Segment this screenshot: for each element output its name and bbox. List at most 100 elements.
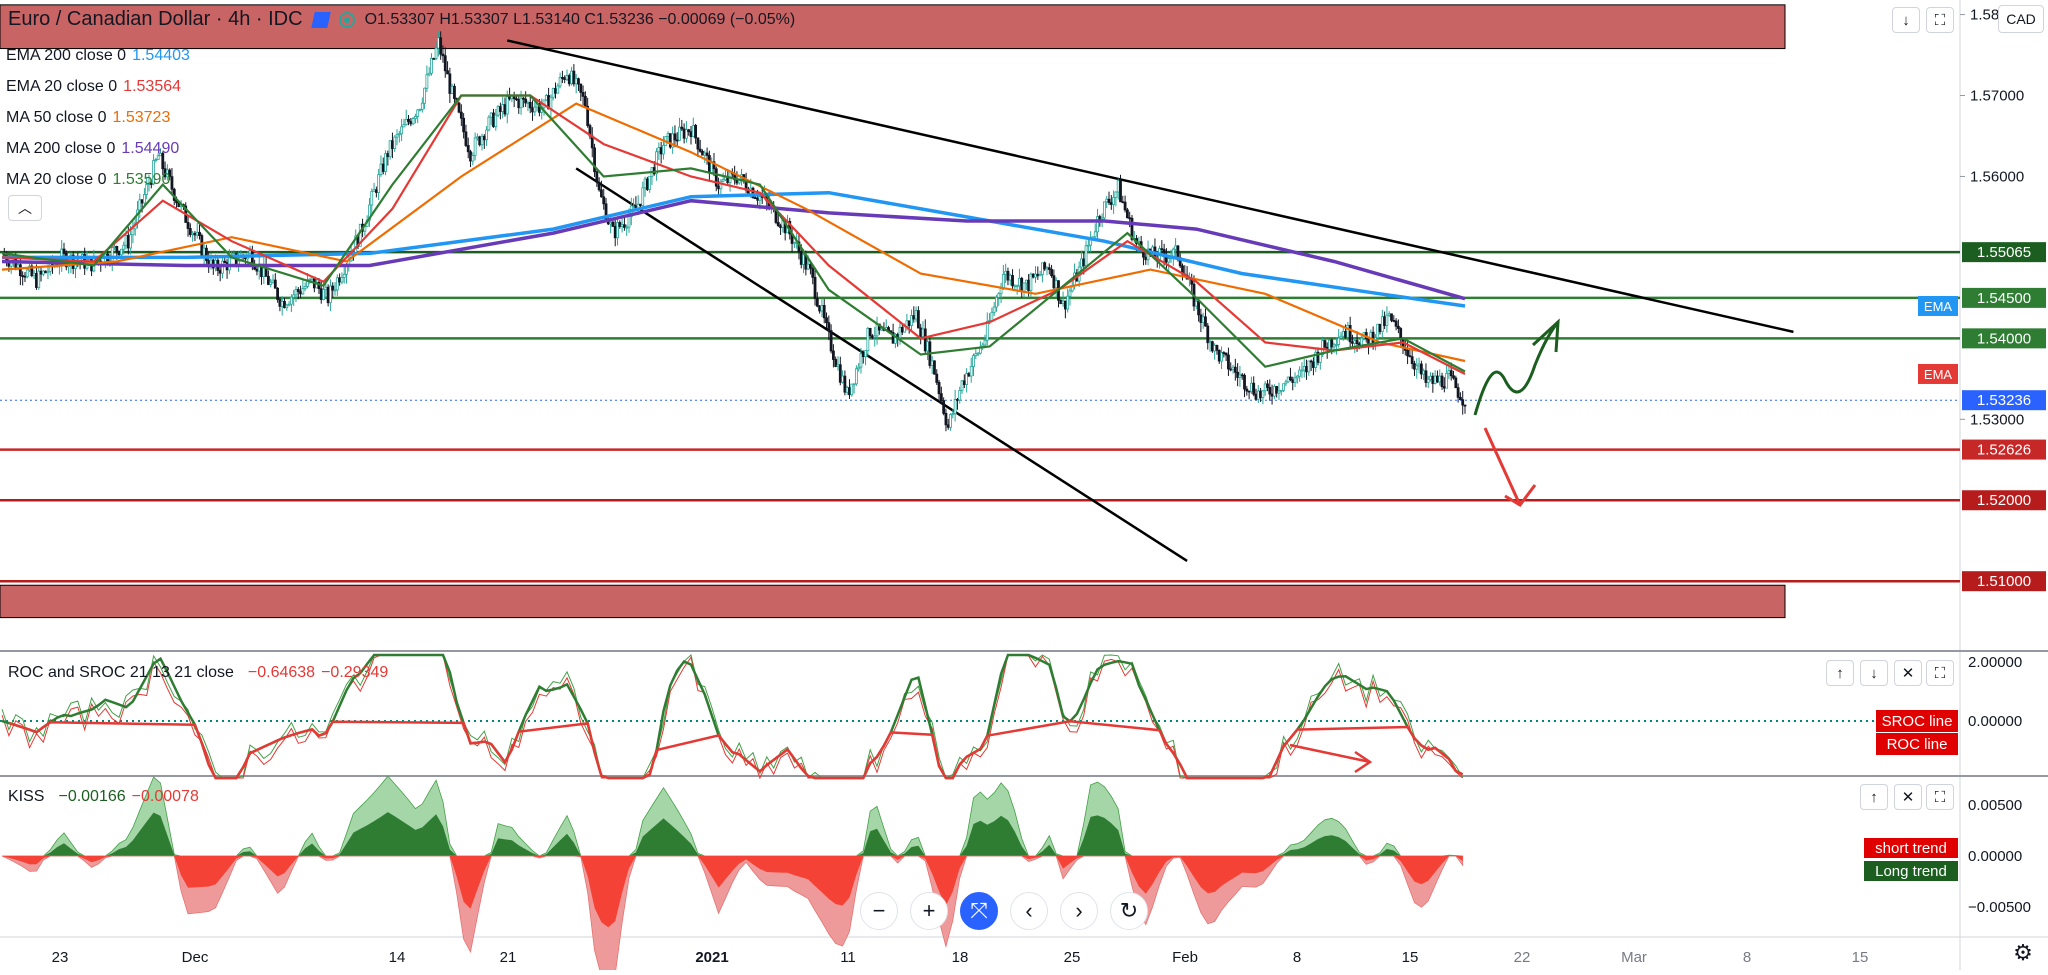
candle-body [1008,275,1012,281]
candle-body [517,99,521,109]
move-up-icon[interactable]: ↑ [1826,660,1854,686]
chart-canvas[interactable]: 1.580001.570001.560001.550651.545001.540… [0,0,2048,975]
candle-body [825,317,828,324]
candle-body [331,285,335,291]
candle-body [1054,280,1058,289]
candle-body [1440,375,1444,387]
candle-body [995,296,998,308]
candle-body [558,77,562,87]
candle-body [705,152,709,156]
indicator-row[interactable]: EMA 200 close 0 1.54403 [6,40,190,71]
candle-body [283,300,286,309]
candle-body [436,37,440,49]
ma-axis-tag-label: EMA [1924,367,1953,382]
candle-body [852,383,856,386]
candle-body [1250,382,1253,392]
candle-body [1293,377,1297,383]
reset-icon[interactable]: ↻ [1110,892,1148,930]
candle-body [962,380,966,386]
candle-body [1112,197,1116,205]
candle-body [939,393,943,401]
candle-body [623,224,626,228]
candle-body [289,296,293,305]
candle-body [868,327,872,337]
candle-body [579,83,583,93]
flag-icon[interactable] [310,11,331,28]
maximize-icon[interactable]: ⛶ [1926,7,1954,33]
candle-body [292,294,296,298]
scroll-left-button[interactable]: ‹ [1010,892,1048,930]
download-icon[interactable]: ↓ [1892,7,1920,33]
candle-body [1236,371,1240,378]
candle-body [248,250,252,254]
candle-body [1059,299,1063,305]
candle-body [845,387,849,393]
candle-body [1125,209,1129,219]
candle-body [1238,374,1242,378]
candle-body [1031,273,1035,278]
candle-body [1096,216,1099,233]
candle-body [871,335,874,338]
candle-body [549,96,553,110]
close-icon[interactable]: ✕ [1894,660,1922,686]
candle-body [937,382,941,395]
time-tick-label: 8 [1743,949,1751,966]
maximize-icon[interactable]: ⛶ [1926,784,1954,810]
candle-body [370,190,374,206]
candle-body [866,327,870,352]
candle-body [434,47,438,59]
maximize-icon[interactable]: ⛶ [1926,660,1954,686]
candle-body [269,281,273,285]
candle-body [1144,256,1148,261]
scroll-right-button[interactable]: › [1060,892,1098,930]
candle-body [873,335,877,338]
candle-body [1036,273,1040,277]
collapse-legend-button[interactable]: ︿ [8,195,42,221]
candle-body [142,194,146,204]
indicator-row[interactable]: MA 20 close 0 1.53590 [6,164,190,195]
candle-body [1305,366,1308,373]
candle-body [864,350,867,357]
candle-body [1431,375,1435,384]
candle-body [1351,341,1354,344]
move-down-icon[interactable]: ↓ [1860,660,1888,686]
time-tick-label: 2021 [695,949,728,966]
candle-body [37,270,41,288]
candle-body [1047,267,1051,270]
candle-body [418,108,422,111]
close-icon[interactable]: ✕ [1894,784,1922,810]
indicator-row[interactable]: MA 50 close 0 1.53723 [6,102,190,133]
chart-stage[interactable]: 1.580001.570001.560001.550651.545001.540… [0,0,2048,975]
market-status-icon [338,11,355,28]
candle-body [933,360,936,375]
candle-body [806,263,810,270]
candle-body [999,288,1003,295]
roc-tag-label: ROC line [1887,736,1948,753]
candle-body [1247,390,1251,393]
candle-body [926,341,929,352]
settings-gear-icon[interactable]: ⚙ [2010,940,2036,966]
candle-body [23,275,27,278]
candle-body [811,267,815,278]
candle-body [409,121,413,125]
currency-button[interactable]: CAD [1998,5,2044,33]
indicator-row[interactable]: MA 200 close 0 1.54490 [6,133,190,164]
reset-scale-icon[interactable]: ⤧ [960,892,998,930]
candle-body [616,222,619,239]
candle-body [1217,349,1221,362]
zoom-out-button[interactable]: − [860,892,898,930]
candle-body [1254,393,1258,400]
ma-axis-tag-label: EMA [1924,299,1953,314]
candle-body [907,320,911,326]
candle-body [554,88,557,94]
candle-body [570,70,573,85]
symbol-title[interactable]: Euro / Canadian Dollar · 4h · IDC [8,8,303,31]
candle-body [432,57,436,60]
candle-body [531,107,534,113]
candle-body [1392,319,1396,322]
zoom-in-button[interactable]: + [910,892,948,930]
candle-body [414,116,417,120]
candle-body [662,144,665,155]
indicator-row[interactable]: EMA 20 close 0 1.53564 [6,71,190,102]
move-up-icon[interactable]: ↑ [1860,784,1888,810]
